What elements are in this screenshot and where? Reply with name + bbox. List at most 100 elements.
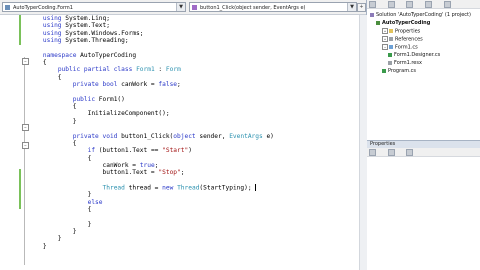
code-token: false — [158, 81, 178, 89]
tree-item-label: Form1.cs — [395, 44, 418, 51]
change-bar — [19, 15, 21, 45]
properties-title: Properties — [367, 141, 480, 148]
tree-item-label: Solution 'AutoTyperCoding' (1 project) — [376, 12, 471, 18]
code-token: thread = — [124, 184, 163, 192]
class-combo[interactable]: AutoTyperCoding.Form1 ▼ — [2, 2, 186, 12]
code-token: (StartTyping); — [199, 184, 256, 192]
code-line[interactable]: using System.Text; — [28, 22, 274, 29]
member-combo[interactable]: button1_Click(object sender, EventArgs e… — [189, 2, 357, 12]
code-line[interactable]: using System.Linq; — [28, 15, 274, 22]
code-token: } — [28, 242, 47, 250]
code-line[interactable]: using System.Windows.Forms; — [28, 30, 274, 37]
view-code-icon[interactable] — [424, 1, 432, 8]
code-token: ; — [154, 161, 159, 169]
code-line[interactable]: else — [28, 199, 274, 206]
code-line[interactable]: using System.Threading; — [28, 37, 274, 44]
code-line[interactable]: Thread thread = new Thread(StartTyping); — [28, 183, 274, 192]
tree-item[interactable]: AutoTyperCoding — [376, 20, 430, 26]
expand-icon[interactable]: + — [382, 36, 388, 42]
code-line[interactable]: } — [28, 221, 274, 228]
code-line[interactable] — [28, 44, 274, 51]
code-token: } — [28, 117, 77, 125]
vertical-scrollbar[interactable] — [359, 15, 367, 270]
code-line[interactable] — [28, 213, 274, 220]
tree-item[interactable]: − Form1.cs — [382, 44, 418, 51]
code-line[interactable]: InitializeComponent(); — [28, 110, 274, 117]
solution-toolbar — [367, 0, 480, 9]
tree-item[interactable]: Form1.resx — [388, 60, 422, 66]
tree-item[interactable]: Program.cs — [382, 68, 416, 74]
code-token: (button1.Text == — [95, 147, 163, 155]
code-token: Form1 — [136, 66, 155, 74]
properties-icon[interactable] — [369, 1, 376, 8]
code-token: ) — [188, 147, 192, 155]
property-grid[interactable] — [367, 157, 480, 270]
resx-file-icon — [388, 60, 392, 65]
code-line[interactable]: private void button1_Click(object sender… — [28, 133, 274, 140]
chevron-down-icon[interactable]: ▼ — [176, 3, 185, 11]
member-combo-value: button1_Click(object sender, EventArgs e… — [200, 5, 306, 11]
code-line[interactable]: namespace AutoTyperCoding — [28, 52, 274, 59]
code-token: Form — [165, 66, 181, 74]
code-line[interactable]: { — [28, 155, 274, 162]
code-token: new — [162, 184, 174, 192]
code-token: "Stop" — [158, 169, 181, 177]
collapse-icon[interactable]: − — [382, 44, 388, 50]
solution-icon — [370, 12, 374, 17]
code-token: } — [28, 220, 92, 228]
code-token: using — [42, 15, 62, 22]
code-text[interactable]: using System.Linq; using System.Text; us… — [28, 15, 274, 250]
refresh-icon[interactable] — [406, 1, 414, 8]
code-line[interactable]: if (button1.Text == "Start") — [28, 147, 274, 154]
code-line[interactable]: } — [28, 228, 274, 235]
split-button[interactable]: + — [357, 3, 366, 12]
code-token: button1.Text = — [28, 169, 159, 177]
show-all-files-icon[interactable] — [387, 1, 395, 8]
properties-toolbar — [367, 148, 480, 157]
code-line[interactable]: button1.Text = "Stop"; — [28, 169, 274, 176]
tree-item[interactable]: + References — [382, 36, 423, 43]
tree-item[interactable]: Solution 'AutoTyperCoding' (1 project) — [370, 12, 471, 18]
code-line[interactable]: canWork = true; — [28, 162, 274, 169]
code-line[interactable] — [28, 177, 274, 184]
code-token: sender, — [195, 132, 230, 140]
code-line[interactable]: } — [28, 243, 274, 250]
alphabetical-icon[interactable] — [387, 149, 395, 156]
code-token: private bool — [72, 81, 118, 89]
code-line[interactable]: public partial class Form1 : Form — [28, 66, 274, 73]
code-line[interactable] — [28, 88, 274, 95]
code-token: System.Windows.Forms; — [61, 29, 144, 37]
code-line[interactable]: { — [28, 74, 274, 81]
navigation-bar: AutoTyperCoding.Form1 ▼ button1_Click(ob… — [0, 0, 366, 15]
code-line[interactable]: private bool canWork = false; — [28, 81, 274, 88]
tree-item[interactable]: Form1.Designer.cs — [388, 52, 440, 58]
code-token: : — [154, 66, 166, 74]
code-line[interactable]: { — [28, 59, 274, 66]
chevron-down-icon[interactable]: ▼ — [347, 3, 356, 11]
code-line[interactable]: public Form1() — [28, 96, 274, 103]
tree-item-label: Properties — [395, 28, 421, 35]
view-designer-icon[interactable] — [443, 1, 451, 8]
editor-margin — [0, 15, 21, 270]
code-line[interactable]: { — [28, 103, 274, 110]
categorized-icon[interactable] — [369, 149, 376, 156]
expand-icon[interactable]: + — [382, 28, 388, 34]
code-line[interactable] — [28, 125, 274, 132]
code-token: public — [72, 95, 96, 103]
code-line[interactable]: } — [28, 235, 274, 242]
code-line[interactable]: } — [28, 191, 274, 198]
tree-item[interactable]: + Properties — [382, 28, 421, 35]
code-token: } — [28, 191, 92, 199]
outline-guide — [24, 57, 25, 265]
folder-icon — [389, 29, 393, 33]
code-editor[interactable]: AutoTyperCoding.Form1 ▼ button1_Click(ob… — [0, 0, 367, 270]
code-line[interactable]: { — [28, 140, 274, 147]
code-token: e) — [262, 132, 274, 140]
property-pages-icon[interactable] — [406, 149, 414, 156]
code-line[interactable]: { — [28, 206, 274, 213]
code-line[interactable]: } — [28, 118, 274, 125]
